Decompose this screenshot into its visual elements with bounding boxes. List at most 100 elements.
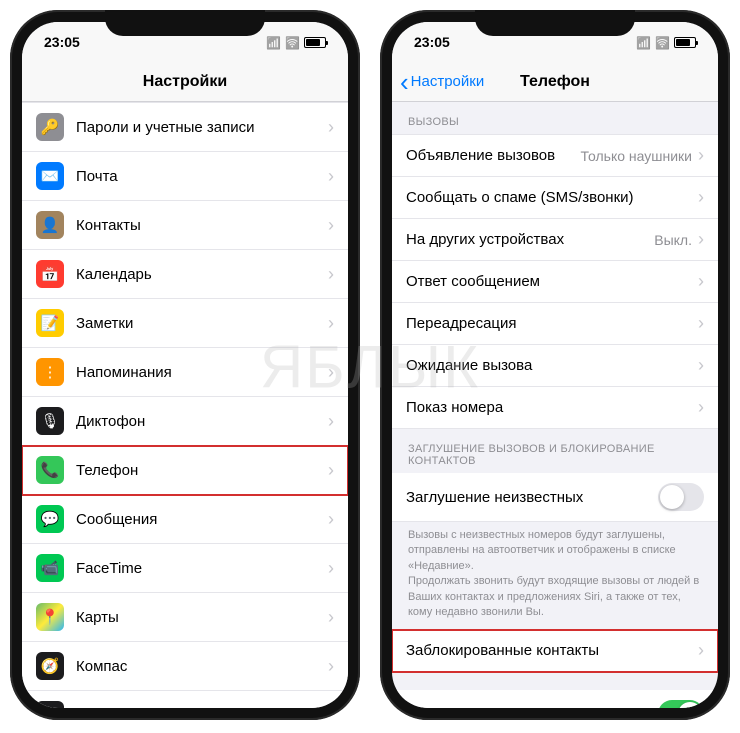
settings-row[interactable]: 🧭Компас› — [22, 642, 348, 691]
battery-icon — [674, 37, 696, 48]
settings-row[interactable]: 📍Карты› — [22, 593, 348, 642]
row-label: Карты — [76, 609, 328, 626]
app-icon: 📹 — [36, 554, 64, 582]
app-icon: 🧭 — [36, 652, 64, 680]
settings-row[interactable]: Переадресация› — [392, 303, 718, 345]
settings-list[interactable]: 🔑Пароли и учетные записи›✉️Почта›👤Контак… — [22, 102, 348, 708]
chevron-right-icon: › — [328, 215, 334, 236]
app-icon: 📏 — [36, 701, 64, 708]
row-label: Рулетка — [76, 707, 328, 709]
app-icon: 🎙 — [36, 407, 64, 435]
settings-row[interactable]: 👤 Контакты› — [22, 201, 348, 250]
settings-row[interactable]: 📏Рулетка› — [22, 691, 348, 708]
nav-title: Настройки — [143, 73, 227, 91]
cellular-signal-icon — [266, 34, 281, 50]
notch — [475, 10, 635, 36]
status-time: 23:05 — [44, 34, 80, 50]
row-label: Заглушение неизвестных — [406, 489, 658, 506]
phone-settings-content[interactable]: ВЫЗОВЫ Объявление вызововТолько наушники… — [392, 102, 718, 708]
settings-row[interactable]: ⋮Напоминания› — [22, 348, 348, 397]
row-label: Календарь — [76, 266, 328, 283]
silence-toggle[interactable] — [658, 483, 704, 511]
chevron-right-icon: › — [698, 229, 704, 250]
phone-frame-left: 23:05 Настройки 🔑 Пароли и учетные записи… — [10, 10, 360, 720]
row-value: Выкл. — [654, 232, 692, 248]
app-icon: 🔑 — [36, 113, 64, 141]
chevron-right-icon: › — [328, 607, 334, 628]
app-icon: 👤 — [36, 211, 64, 239]
row-label: Контакты — [76, 217, 328, 234]
nav-title: Телефон — [520, 73, 590, 91]
row-label: Напоминания — [76, 364, 328, 381]
nav-bar: Настройки — [22, 62, 348, 102]
settings-row[interactable]: Сообщать о спаме (SMS/звонки)› — [392, 177, 718, 219]
row-label: Переадресация — [406, 315, 698, 332]
row-label: Ожидание вызова — [406, 357, 698, 374]
screen-left: 23:05 Настройки 🔑 Пароли и учетные записи… — [22, 22, 348, 708]
settings-row[interactable]: 🔑 Пароли и учетные записи› — [22, 102, 348, 152]
row-label: Заметки — [76, 315, 328, 332]
chevron-right-icon: › — [328, 166, 334, 187]
settings-row[interactable]: 🎙Диктофон› — [22, 397, 348, 446]
silence-unknown-row[interactable]: Заглушение неизвестных — [392, 473, 718, 522]
row-label: FaceTime — [76, 560, 328, 577]
settings-row[interactable]: 📅 Календарь› — [22, 250, 348, 299]
settings-row[interactable]: ✉️ Почта› — [22, 152, 348, 201]
chevron-right-icon: › — [698, 397, 704, 418]
section-header-silence: ЗАГЛУШЕНИЕ ВЫЗОВОВ И БЛОКИРОВАНИЕ КОНТАК… — [392, 429, 718, 473]
row-label: На других устройствах — [406, 231, 654, 248]
chevron-right-icon: › — [328, 264, 334, 285]
row-value: Только наушники — [581, 148, 692, 164]
section-header-calls: ВЫЗОВЫ — [392, 102, 718, 134]
chevron-right-icon: › — [698, 313, 704, 334]
blocked-contacts-row[interactable]: Заблокированные контакты › — [392, 630, 718, 672]
row-label: Помощь в наборе — [406, 706, 658, 708]
settings-row[interactable]: На других устройствахВыкл. › — [392, 219, 718, 261]
dial-assist-row[interactable]: Помощь в наборе — [392, 690, 718, 708]
chevron-right-icon: › — [698, 187, 704, 208]
wifi-icon — [285, 34, 300, 50]
row-label: Почта — [76, 168, 328, 185]
settings-row[interactable]: 📹FaceTime› — [22, 544, 348, 593]
row-label: Ответ сообщением — [406, 273, 698, 290]
app-icon: 📞 — [36, 456, 64, 484]
row-label: Диктофон — [76, 413, 328, 430]
chevron-right-icon: › — [698, 355, 704, 376]
row-label: Показ номера — [406, 399, 698, 416]
back-button[interactable]: Настройки — [400, 69, 484, 95]
row-label: Сообщения — [76, 511, 328, 528]
screen-right: 23:05 Настройки Телефон ВЫЗОВЫ Объявлени… — [392, 22, 718, 708]
row-label: Заблокированные контакты — [406, 642, 698, 659]
chevron-right-icon: › — [698, 640, 704, 661]
row-label: Сообщать о спаме (SMS/звонки) — [406, 189, 698, 206]
row-label: Компас — [76, 658, 328, 675]
row-label: Телефон — [76, 462, 328, 479]
settings-row[interactable]: 📞 Телефон› — [22, 446, 348, 495]
settings-row[interactable]: 📝 Заметки› — [22, 299, 348, 348]
battery-icon — [304, 37, 326, 48]
notch — [105, 10, 265, 36]
chevron-right-icon: › — [698, 145, 704, 166]
app-icon: 📝 — [36, 309, 64, 337]
chevron-right-icon: › — [328, 509, 334, 530]
app-icon: 📅 — [36, 260, 64, 288]
chevron-right-icon: › — [328, 460, 334, 481]
settings-row[interactable]: Показ номера› — [392, 387, 718, 429]
settings-row[interactable]: Ожидание вызова› — [392, 345, 718, 387]
app-icon: ✉️ — [36, 162, 64, 190]
row-label: Объявление вызовов — [406, 147, 581, 164]
settings-row[interactable]: Объявление вызововТолько наушники › — [392, 134, 718, 177]
status-time: 23:05 — [414, 34, 450, 50]
settings-row[interactable]: 💬 Сообщения› — [22, 495, 348, 544]
calls-section: Объявление вызововТолько наушники›Сообща… — [392, 134, 718, 429]
app-icon: ⋮ — [36, 358, 64, 386]
chevron-right-icon: › — [328, 117, 334, 138]
app-icon: 💬 — [36, 505, 64, 533]
settings-row[interactable]: Ответ сообщением› — [392, 261, 718, 303]
dial-assist-toggle[interactable] — [658, 700, 704, 708]
wifi-icon — [655, 34, 670, 50]
chevron-right-icon: › — [698, 271, 704, 292]
row-label: Пароли и учетные записи — [76, 119, 328, 136]
chevron-right-icon: › — [328, 313, 334, 334]
nav-bar: Настройки Телефон — [392, 62, 718, 102]
